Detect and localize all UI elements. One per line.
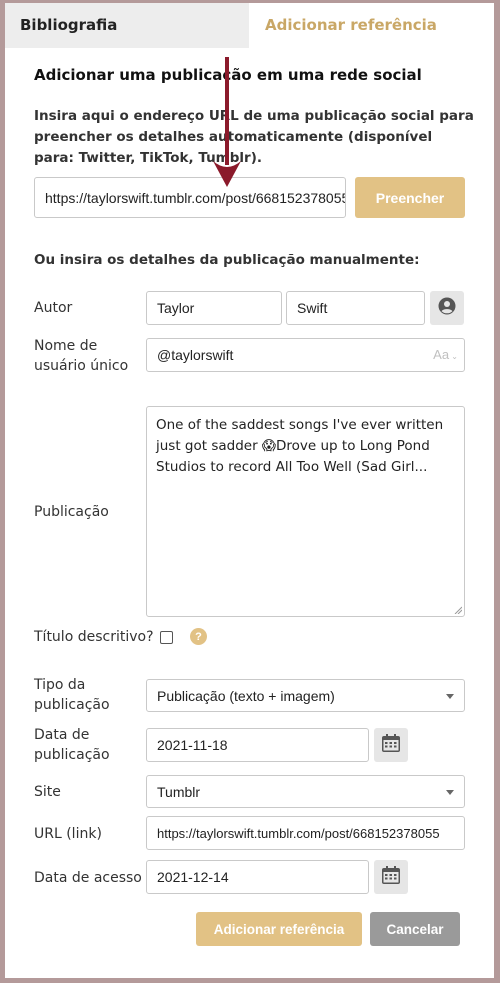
post-label: Publicação <box>34 504 109 520</box>
tab-add-reference-label: Adicionar referência <box>265 16 437 34</box>
access-date-picker-button[interactable] <box>374 860 408 894</box>
access-date-value: 2021-12-14 <box>157 869 229 885</box>
descriptive-title-label: Título descritivo? <box>34 629 154 645</box>
post-type-value: Publicação (texto + imagem) <box>157 687 335 704</box>
post-textarea[interactable]: One of the saddest songs I've ever writt… <box>146 406 465 617</box>
tab-bibliography[interactable]: Bibliografia <box>5 3 249 48</box>
chevron-down-icon <box>446 789 454 795</box>
author-type-button[interactable] <box>430 291 464 325</box>
author-first-name-input[interactable]: Taylor <box>146 291 282 325</box>
publication-date-input[interactable]: 2021-11-18 <box>146 728 369 762</box>
author-last-name-value: Swift <box>297 300 328 316</box>
post-type-select[interactable]: Publicação (texto + imagem) <box>146 679 465 712</box>
post-type-label: Tipo da publicação <box>34 677 110 713</box>
text-format-hint: Aa <box>433 347 450 362</box>
author-label: Autor <box>34 300 73 316</box>
username-value: @taylorswift <box>157 347 234 363</box>
calendar-icon <box>381 865 401 889</box>
site-select[interactable]: Tumblr <box>146 775 465 808</box>
tab-add-reference[interactable]: Adicionar referência <box>249 3 494 48</box>
resize-handle-icon[interactable] <box>454 606 462 614</box>
post-text: One of the saddest songs I've ever writt… <box>156 417 444 475</box>
access-date-input[interactable]: 2021-12-14 <box>146 860 369 894</box>
author-first-name-value: Taylor <box>157 300 195 316</box>
person-icon <box>438 297 456 319</box>
intro-text: Insira aqui o endereço URL de uma public… <box>34 108 474 166</box>
username-input[interactable]: @taylorswift Aa ⌄ <box>146 338 465 372</box>
cancel-button[interactable]: Cancelar <box>370 912 460 946</box>
text-format-icon[interactable]: Aa ⌄ <box>433 347 458 362</box>
url-link-input[interactable]: https://taylorswift.tumblr.com/post/6681… <box>146 816 465 850</box>
username-label: Nome de usuário único <box>34 338 129 374</box>
manual-heading: Ou insira os detalhes da publicação manu… <box>34 252 420 268</box>
publication-date-label: Data de publicação <box>34 727 110 763</box>
access-date-label: Data de acesso <box>34 870 142 886</box>
author-last-name-input[interactable]: Swift <box>286 291 425 325</box>
tab-bibliography-label: Bibliografia <box>20 16 118 34</box>
calendar-icon <box>381 733 401 757</box>
descriptive-title-checkbox[interactable] <box>160 631 173 644</box>
add-reference-button[interactable]: Adicionar referência <box>196 912 362 946</box>
fill-button[interactable]: Preencher <box>355 177 465 218</box>
url-link-value: https://taylorswift.tumblr.com/post/6681… <box>157 825 440 841</box>
social-url-input[interactable]: https://taylorswift.tumblr.com/post/6681… <box>34 177 346 218</box>
help-icon[interactable]: ? <box>190 628 207 645</box>
publication-date-value: 2021-11-18 <box>157 737 228 753</box>
pointer-arrow-icon <box>213 57 241 187</box>
chevron-down-icon <box>446 693 454 699</box>
social-url-value: https://taylorswift.tumblr.com/post/6681… <box>45 189 346 206</box>
publication-date-picker-button[interactable] <box>374 728 408 762</box>
site-value: Tumblr <box>157 783 201 800</box>
site-label: Site <box>34 784 61 800</box>
url-link-label: URL (link) <box>34 826 102 842</box>
